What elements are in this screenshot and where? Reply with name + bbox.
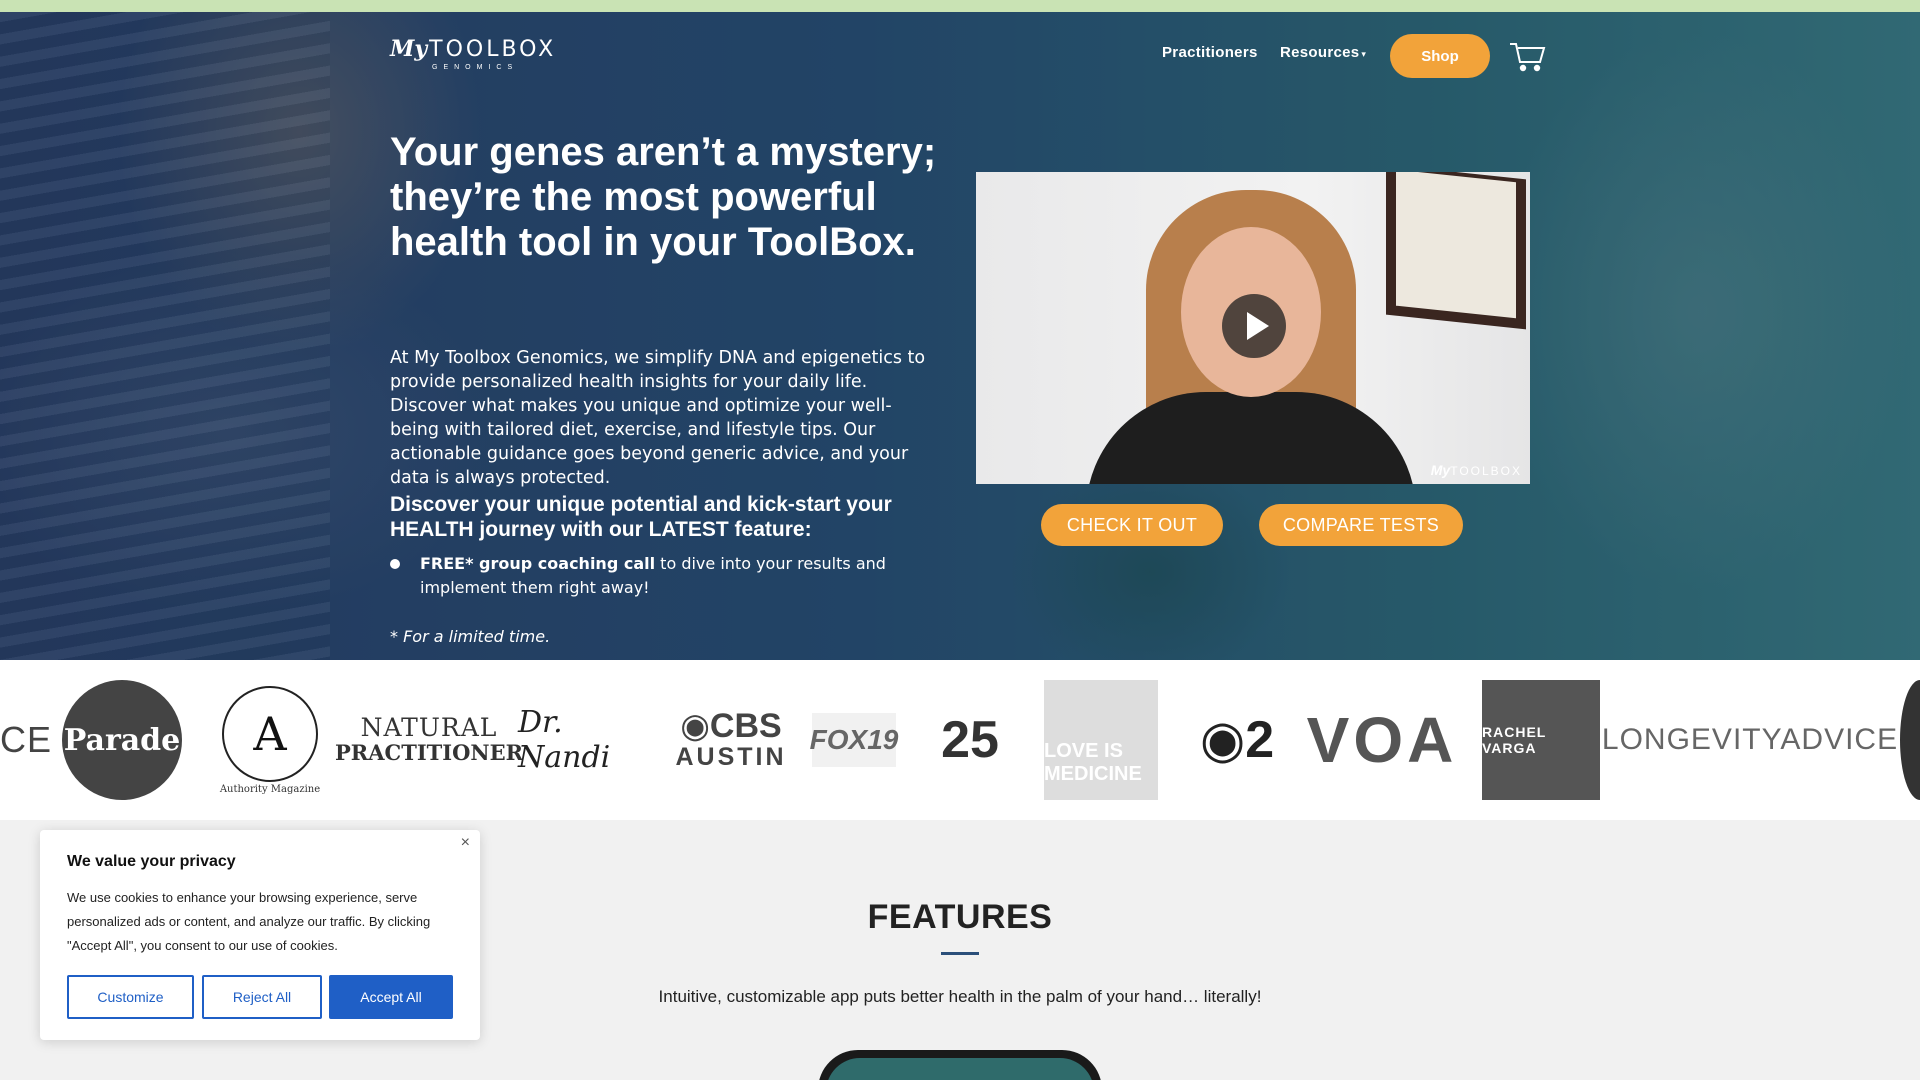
- hero-subhead: Discover your unique potential and kick-…: [390, 493, 892, 541]
- press-logo-voa: VOA: [1306, 704, 1458, 776]
- hero-headline: Your genes aren’t a mystery; they’re the…: [390, 130, 937, 264]
- press-logo-rachel-varga: RACHEL VARGA: [1482, 680, 1600, 800]
- shop-button[interactable]: Shop: [1390, 34, 1490, 78]
- shopping-cart-icon[interactable]: [1508, 40, 1548, 72]
- cookie-title: We value your privacy: [67, 853, 236, 870]
- customize-button[interactable]: Customize: [67, 975, 194, 1019]
- chevron-down-icon: ▾: [1361, 49, 1367, 59]
- check-it-out-button[interactable]: CHECK IT OUT: [1041, 504, 1223, 546]
- site-logo[interactable]: MyTOOLBOX GENOMICS: [390, 36, 557, 71]
- natural-line-1: NATURAL: [360, 713, 498, 742]
- authority-caption: Authority Magazine: [219, 783, 321, 795]
- limited-time-note: * For a limited time.: [390, 627, 551, 646]
- video-presenter-body: [1086, 392, 1416, 484]
- hero-intro: At My Toolbox Genomics, we simplify DNA …: [390, 348, 926, 488]
- video-diploma: [1396, 172, 1516, 319]
- press-logo-fox19: FOX19: [810, 713, 898, 767]
- press-logo-love-is-medicine: LOVE IS MEDICINE: [1044, 680, 1158, 800]
- logo-toolbox: TOOLBOX: [429, 37, 557, 62]
- press-logo-cbs-austin: ◉CBS AUSTIN: [675, 680, 787, 800]
- cookie-consent-banner: × We value your privacy We use cookies t…: [40, 830, 480, 1040]
- app-phone-mockup: [818, 1050, 1102, 1080]
- compare-tests-button[interactable]: COMPARE TESTS: [1259, 504, 1463, 546]
- main-nav: MyTOOLBOX GENOMICS Practitioners Resourc…: [390, 22, 1550, 82]
- watermark-my: My: [1430, 462, 1451, 478]
- press-logo-kutv2: ◉2: [1199, 711, 1275, 769]
- press-logo-dr-nandi: Dr. Nandi: [518, 705, 611, 775]
- cbs-line-1: ◉CBS: [680, 707, 782, 745]
- press-logo-carousel: CE Parade A Authority Magazine NATURAL P…: [0, 660, 1920, 820]
- close-icon[interactable]: ×: [461, 834, 470, 852]
- logo-my: My: [390, 36, 428, 62]
- press-logo-parade: Parade: [62, 680, 182, 800]
- press-logo-abc25: 25: [941, 711, 999, 769]
- top-strip: [0, 0, 1920, 12]
- hero-overlay: [0, 12, 1920, 660]
- watermark-toolbox: TOOLBOX: [1450, 464, 1522, 478]
- bullet-bold: FREE* group coaching call: [420, 554, 656, 573]
- bullet-text: FREE* group coaching call to dive into y…: [420, 552, 940, 600]
- video-watermark: MyTOOLBOX: [1431, 462, 1522, 478]
- nav-resources-label: Resources: [1280, 44, 1360, 61]
- press-logo-partial: CE: [0, 719, 53, 760]
- bullet-dot-icon: [390, 559, 400, 569]
- accept-all-button[interactable]: Accept All: [329, 975, 453, 1019]
- app-phone-screen: [826, 1058, 1094, 1080]
- reject-all-button[interactable]: Reject All: [202, 975, 322, 1019]
- cbs-line-2: AUSTIN: [675, 743, 787, 771]
- cookie-body: We use cookies to enhance your browsing …: [67, 890, 431, 953]
- press-logo-authority-magazine: A Authority Magazine: [218, 680, 322, 800]
- press-logo-partial-right: [1900, 680, 1920, 800]
- authority-emblem: A: [222, 685, 318, 782]
- play-icon[interactable]: [1222, 294, 1286, 358]
- natural-line-2: PRACTITIONER: [334, 740, 524, 765]
- press-logo-natural-practitioner: NATURAL PRACTITIONER: [335, 680, 523, 800]
- intro-video[interactable]: MyTOOLBOX: [976, 172, 1530, 484]
- nav-practitioners[interactable]: Practitioners: [1162, 44, 1258, 61]
- hero-section: MyTOOLBOX GENOMICS Practitioners Resourc…: [0, 12, 1920, 660]
- features-divider: [941, 952, 979, 955]
- logo-genomics: GENOMICS: [432, 64, 519, 71]
- nav-resources[interactable]: Resources ▾: [1280, 44, 1366, 61]
- press-logo-longevity-advice: LONGEVITYADVICE: [1601, 723, 1899, 756]
